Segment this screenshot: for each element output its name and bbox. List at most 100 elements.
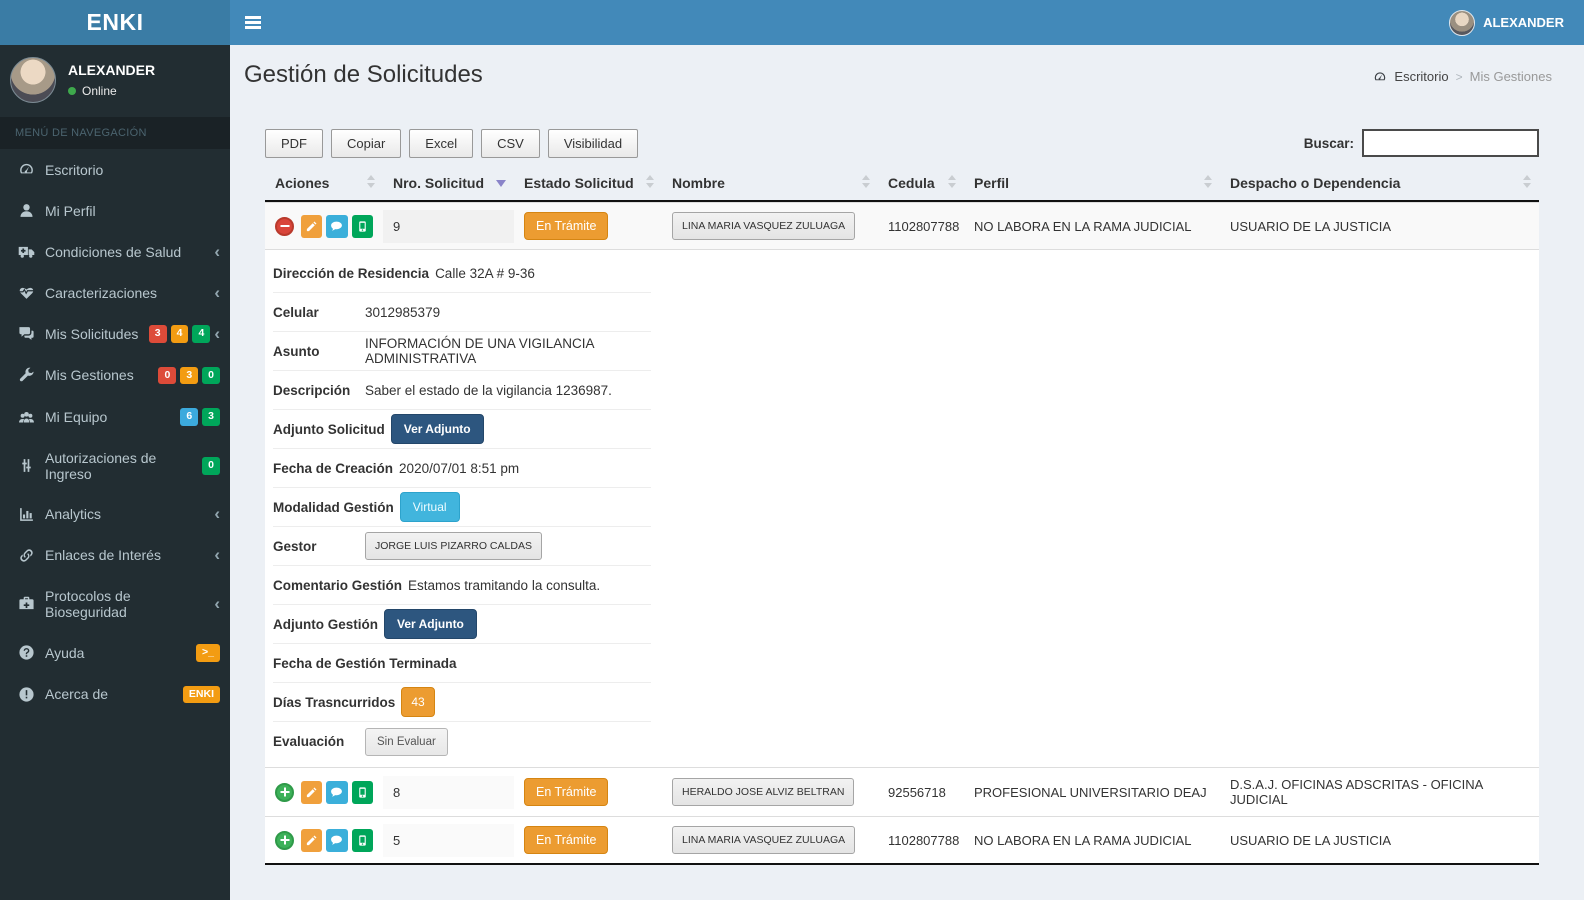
sidebar-item-condiciones-de-salud[interactable]: Condiciones de Salud ‹ [0, 231, 230, 272]
column-header-nombre[interactable]: Nombre [662, 166, 878, 200]
cell-nro: 8 [383, 775, 514, 809]
sidebar-item-protocolos-de-bioseguridad[interactable]: Protocolos de Bioseguridad ‹ [0, 576, 230, 632]
column-header-cedula[interactable]: Cedula [878, 166, 964, 200]
column-header-aciones[interactable]: Aciones [265, 166, 383, 200]
hamburger-icon [245, 14, 261, 32]
chevron-left-icon: ‹ [214, 593, 220, 613]
excel-button[interactable]: Excel [409, 129, 474, 158]
mobile-button[interactable] [351, 780, 373, 804]
nombre-button[interactable]: LINA MARIA VASQUEZ ZULUAGA [672, 212, 856, 240]
sidebar-item-mi-equipo[interactable]: Mi Equipo 6 3 [0, 396, 230, 438]
cell-nombre: HERALDO JOSE ALVIZ BELTRAN [662, 769, 878, 815]
days-badge: 43 [401, 687, 435, 717]
count-badge: 4 [170, 325, 189, 343]
table-header-row: Aciones Nro. Solicitud Estado Solicitud … [265, 166, 1539, 202]
column-header-nro-solicitud[interactable]: Nro. Solicitud [383, 166, 514, 200]
virtual-badge: Virtual [399, 492, 460, 522]
sliders-icon [18, 457, 35, 474]
sidebar-item-acerca-de[interactable]: Acerca de ENKI [0, 674, 230, 716]
comments-icon [18, 325, 35, 342]
edit-button[interactable] [301, 780, 323, 804]
sort-icon [646, 175, 654, 188]
navbar-user-menu[interactable]: ALEXANDER [1429, 0, 1584, 45]
breadcrumb: Escritorio > Mis Gestiones [1373, 61, 1552, 84]
sidebar-item-enlaces-de-interes[interactable]: Enlaces de Interés ‹ [0, 535, 230, 576]
csv-button[interactable]: CSV [481, 129, 540, 158]
mobile-button[interactable] [351, 214, 373, 238]
chevron-left-icon: ‹ [214, 241, 220, 261]
export-buttons: PDF Copiar Excel CSV Visibilidad [265, 129, 639, 158]
detail-celular: Celular 3012985379 [273, 293, 651, 332]
ver-adjunto-button[interactable]: Ver Adjunto [384, 609, 477, 639]
mobile-button[interactable] [351, 828, 373, 852]
pdf-button[interactable]: PDF [265, 129, 323, 158]
detail-comentario-gestion: Comentario Gestión Estamos tramitando la… [273, 566, 651, 605]
online-dot-icon [68, 87, 76, 95]
detail-dias-transcurridos: Días Trasncurridos 43 [273, 683, 651, 722]
edit-button[interactable] [301, 828, 323, 852]
navbar-username: ALEXANDER [1483, 15, 1564, 30]
nombre-button[interactable]: LINA MARIA VASQUEZ ZULUAGA [672, 826, 856, 854]
search-label: Buscar: [1303, 135, 1354, 151]
row-detail-panel: Dirección de Residencia Calle 32A # 9-36… [265, 249, 1539, 767]
exclamation-circle-icon [18, 686, 35, 703]
sidebar-item-autorizaciones-de-ingreso[interactable]: Autorizaciones de Ingreso 0 [0, 438, 230, 494]
sidebar-username: ALEXANDER [68, 62, 156, 78]
status-badge[interactable]: En Trámite [524, 212, 609, 240]
sidebar-item-ayuda[interactable]: Ayuda >_ [0, 632, 230, 674]
search-input[interactable] [1362, 129, 1539, 157]
pencil-icon [305, 786, 318, 799]
link-icon [18, 547, 35, 564]
app-logo[interactable]: ENKI [0, 0, 230, 45]
mobile-phone-icon [356, 834, 369, 847]
sidebar-toggle-icon[interactable] [230, 0, 276, 45]
table-row: 8 En Trámite HERALDO JOSE ALVIZ BELTRAN … [265, 767, 1539, 816]
ver-adjunto-button[interactable]: Ver Adjunto [390, 414, 484, 444]
nombre-button[interactable]: HERALDO JOSE ALVIZ BELTRAN [672, 778, 855, 806]
status-badge[interactable]: En Trámite [524, 778, 609, 806]
table-row: 5 En Trámite LINA MARIA VASQUEZ ZULUAGA … [265, 816, 1539, 865]
visibility-button[interactable]: Visibilidad [547, 129, 639, 158]
cell-nombre: LINA MARIA VASQUEZ ZULUAGA [662, 203, 878, 249]
sidebar-item-analytics[interactable]: Analytics ‹ [0, 494, 230, 535]
sidebar-item-mi-perfil[interactable]: Mi Perfil [0, 190, 230, 231]
sidebar-menu-header: MENÚ DE NAVEGACIÓN [0, 117, 230, 149]
chevron-left-icon: ‹ [214, 545, 220, 565]
sidebar-item-escritorio[interactable]: Escritorio [0, 149, 230, 190]
sidebar-item-mis-gestiones[interactable]: Mis Gestiones 0 3 0 [0, 355, 230, 397]
breadcrumb-home[interactable]: Escritorio [1394, 69, 1448, 84]
actions-cell [265, 772, 383, 813]
cell-estado: En Trámite [514, 817, 662, 863]
sort-icon [1204, 175, 1212, 188]
column-header-estado[interactable]: Estado Solicitud [514, 166, 662, 200]
sidebar-item-caracterizaciones[interactable]: Caracterizaciones ‹ [0, 272, 230, 313]
detail-asunto: Asunto INFORMACIÓN DE UNA VIGILANCIA ADM… [273, 332, 651, 371]
status-badge[interactable]: En Trámite [524, 826, 609, 854]
sidebar: ALEXANDER Online MENÚ DE NAVEGACIÓN Escr… [0, 45, 230, 900]
chat-button[interactable] [326, 780, 348, 804]
expand-row-icon[interactable] [275, 782, 294, 802]
chat-bubble-icon [330, 786, 343, 799]
edit-button[interactable] [301, 214, 323, 238]
sort-icon [948, 175, 956, 188]
detail-fecha-creacion: Fecha de Creación 2020/07/01 8:51 pm [273, 449, 651, 488]
sort-desc-icon [496, 180, 506, 187]
medkit-icon [18, 595, 35, 612]
copy-button[interactable]: Copiar [331, 129, 402, 158]
cell-cedula: 92556718 [888, 784, 946, 800]
expand-row-icon[interactable] [275, 830, 294, 850]
ambulance-icon [18, 243, 35, 260]
column-header-despacho[interactable]: Despacho o Dependencia [1220, 166, 1539, 200]
gestor-button[interactable]: JORGE LUIS PIZARRO CALDAS [365, 532, 542, 560]
collapse-row-icon[interactable] [275, 216, 294, 236]
gauge-icon [1373, 70, 1387, 84]
column-header-perfil[interactable]: Perfil [964, 166, 1220, 200]
cell-perfil: NO LABORA EN LA RAMA JUDICIAL [974, 832, 1192, 848]
detail-descripcion: Descripción Saber el estado de la vigila… [273, 371, 651, 410]
breadcrumb-current: Mis Gestiones [1469, 69, 1552, 84]
page-title: Gestión de Solicitudes [244, 61, 483, 88]
chat-button[interactable] [326, 214, 348, 238]
sin-evaluar-button[interactable]: Sin Evaluar [365, 727, 448, 756]
chat-button[interactable] [326, 828, 348, 852]
sidebar-item-mis-solicitudes[interactable]: Mis Solicitudes 3 4 4 ‹ [0, 313, 230, 355]
